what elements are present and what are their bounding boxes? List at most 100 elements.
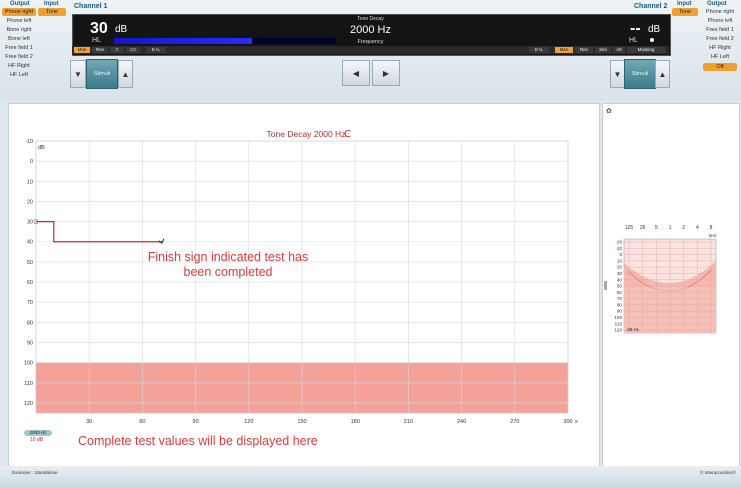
tab-ch1-el[interactable]: E+L [146,47,166,53]
y-tick-label: 110 [24,381,33,387]
mini-y-label: 60 [617,290,623,295]
level-bar-track [114,38,336,44]
tab-ch2-el[interactable]: E+L [529,47,549,53]
mini-y-label: 10 [617,258,623,263]
y-tick-label: 90 [27,340,33,346]
tab-ch1-pulse-double[interactable]: ⎍⎍ [126,47,140,53]
triangle-up-icon: ▲ [658,69,667,79]
display-title: Tone Decay [357,16,384,22]
y-axis-unit: dB [38,145,45,151]
frequency-up-button[interactable]: ▶ [372,60,400,86]
mini-y-label: 20 [617,265,623,270]
ch1-level-down-button[interactable]: ▼ [70,60,86,88]
mini-y-label: 50 [617,284,623,289]
output-free-field-2-right[interactable]: Free field 2 [703,35,737,43]
ch2-hl: HL [629,37,638,44]
y-tick-label: 70 [27,300,33,306]
mini-y-label: 120 [614,328,622,333]
output-hf-left-right[interactable]: HF Left [703,53,737,61]
y-tick-label: -10 [25,139,33,145]
channel-2-label: Channel 2 [634,3,668,10]
mini-top-label: 25 [640,225,646,231]
ch2-level-up-button[interactable]: ▲ [655,60,670,88]
x-axis-unit: s [575,419,578,425]
output-phone-left-left[interactable]: Phone left [2,17,36,25]
y-tick-label: 40 [27,240,33,246]
x-tick-label: 60 [139,419,145,425]
mini-audiogram: 125 25 5 1 2 4 8 -20-1001020304050607080901001… [614,225,717,334]
output-bone-left-left[interactable]: Bone left [2,35,36,43]
y-tick-label: 30 [27,220,33,226]
triangle-left-icon: ◀ [352,68,360,78]
mini-y-label: 0 [619,252,622,257]
mini-top-label: 4 [696,225,699,231]
copyright-label: © Interacoustics® [700,470,736,475]
output-free-field-2-left[interactable]: Free field 2 [2,53,36,61]
level-bar-fill [114,38,252,44]
frequency-value: 2000 Hz [350,24,391,36]
x-tick-label: 180 [351,419,360,425]
mini-y-label: 30 [617,271,623,276]
tab-ch2-masking[interactable]: Masking [627,47,665,53]
mini-y-label: 110 [615,321,623,326]
mini-top-label: 125 [625,225,634,231]
tab-ch2-alt[interactable]: Alt [613,47,625,53]
tab-ch2-rev[interactable]: Rev [575,47,593,53]
tab-ch1-pulse-single[interactable]: ⎍ [110,47,124,53]
finish-checkmark [158,238,165,245]
y-tick-label: 80 [27,320,33,326]
x-tick-label: 300 [563,419,572,425]
output-hf-right-right[interactable]: HF Right [703,44,737,52]
x-tick-label: 240 [457,419,466,425]
input-tone-right[interactable]: Tone [672,8,698,16]
output-hf-right-left[interactable]: HF Right [2,62,36,70]
ch1-level-up-button[interactable]: ▲ [118,60,133,88]
ch2-level: -- [630,20,641,37]
input-header-right: Input [677,1,692,7]
tab-ch2-sim[interactable]: Sim [595,47,611,53]
stimuli-left-button[interactable]: Stimuli [86,59,118,89]
right-ear-icon: C [344,129,351,140]
ch2-indicator-dot-icon [650,38,654,42]
finish-note-line-1: Finish sign indicated test has [147,250,309,264]
output-free-field-1-right[interactable]: Free field 1 [703,26,737,34]
chart-title: Tone Decay 2000 Hz [267,129,346,139]
mini-y-label: 70 [617,296,623,301]
ch2-level-down-button[interactable]: ▼ [610,60,625,88]
legend-value: 10 dB [30,437,44,443]
tab-ch1-man[interactable]: Man [74,47,90,53]
y-tick-label: 120 [24,401,33,407]
mini-top-label: 5 [655,225,658,231]
input-header-left: Input [44,1,59,7]
output-header-left: Output [10,1,30,7]
output-header-right: Output [707,1,727,7]
x-tick-label: 90 [193,419,199,425]
input-tone-left[interactable]: Tone [38,8,66,16]
y-tick-label: 50 [27,260,33,266]
mini-unit-db: dB HL [627,327,640,332]
mini-y-label: 40 [617,277,623,282]
mini-y-label: 100 [614,315,622,320]
output-phone-right-right[interactable]: Phone right [703,8,737,16]
output-hf-left-left[interactable]: HF Left [2,71,36,79]
y-tick-label: 10 [27,179,33,185]
x-tick-label: 210 [404,419,413,425]
output-free-field-1-left[interactable]: Free field 1 [2,44,36,52]
frequency-down-button[interactable]: ◀ [342,60,370,86]
mini-top-label: 2 [682,225,685,231]
settings-icon[interactable]: ✿ [606,107,612,115]
series-line-0 [36,220,162,243]
x-tick-label: 120 [244,419,253,425]
frequency-legend-badge[interactable]: 2000 Hz [24,430,52,436]
output-phone-right-left[interactable]: Phone right [2,8,36,16]
tab-ch1-rev[interactable]: Rev [92,47,108,53]
output-phone-left-right[interactable]: Phone left [703,17,737,25]
tab-ch2-man[interactable]: Man [555,47,573,53]
y-tick-label: 100 [24,361,33,367]
stimuli-right-button[interactable]: Stimuli [624,59,656,89]
output-bone-right-left[interactable]: Bone right [2,26,36,34]
mini-y-label: 80 [617,302,623,307]
y-tick-label: 20 [27,199,33,205]
triangle-right-icon: ▶ [382,68,390,78]
output-off-right[interactable]: Off [703,63,737,71]
